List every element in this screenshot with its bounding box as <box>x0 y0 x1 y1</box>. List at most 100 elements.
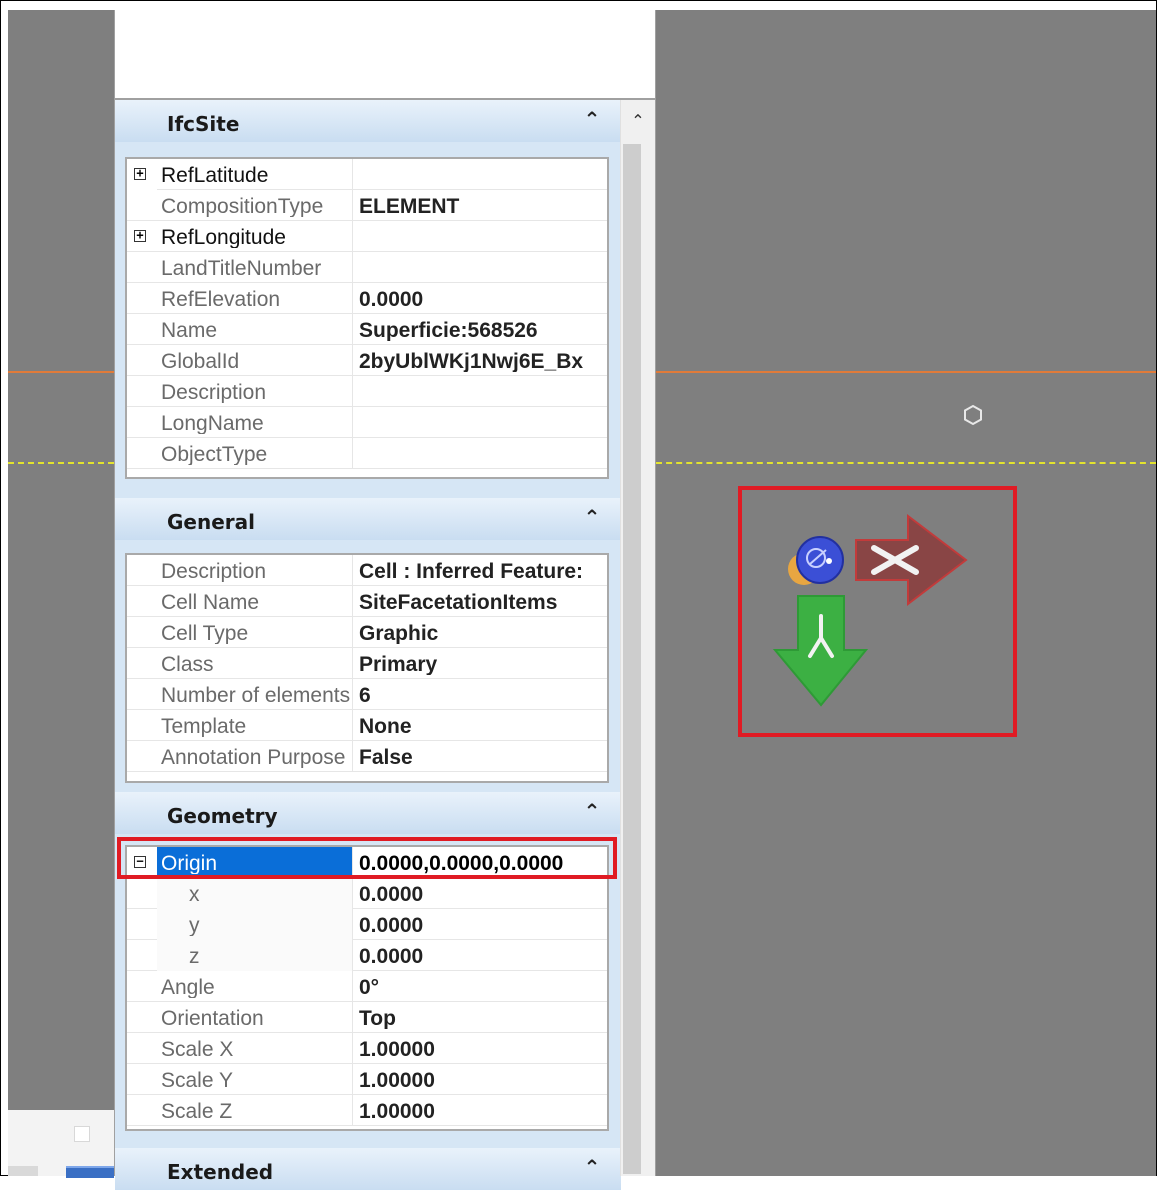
property-name: Template <box>161 715 247 737</box>
property-row[interactable]: RefElevation 0.0000 <box>127 283 607 314</box>
section-title: IfcSite <box>167 112 240 136</box>
property-name: Name <box>161 319 218 341</box>
property-name: ObjectType <box>161 443 268 465</box>
property-value[interactable]: Superficie:568526 <box>359 319 607 341</box>
property-row[interactable]: GlobalId 2byUblWKj1Nwj6E_Bx <box>127 345 607 376</box>
property-value[interactable]: SiteFacetationItems <box>359 591 607 613</box>
property-row[interactable]: z 0.0000 <box>127 940 607 971</box>
property-value[interactable]: Cell : Inferred Feature: <box>359 560 607 582</box>
property-value[interactable]: None <box>359 715 607 737</box>
property-row[interactable]: Cell Name SiteFacetationItems <box>127 586 607 617</box>
property-value[interactable]: Graphic <box>359 622 607 644</box>
property-row[interactable]: y 0.0000 <box>127 909 607 940</box>
property-name: Description <box>161 560 267 582</box>
property-name: Class <box>161 653 214 675</box>
yellow-dashed-line <box>656 462 1156 464</box>
chevron-up-icon[interactable]: ⌃ <box>581 508 603 528</box>
property-name: y <box>189 914 200 936</box>
status-segment-active[interactable] <box>66 1166 114 1178</box>
property-value[interactable] <box>359 226 607 248</box>
property-row[interactable]: ObjectType <box>127 438 607 469</box>
section-title: Extended <box>167 1160 274 1184</box>
property-row[interactable]: Cell Type Graphic <box>127 617 607 648</box>
property-row[interactable]: Description <box>127 376 607 407</box>
section-header-geometry[interactable]: Geometry ⌃ <box>115 792 621 834</box>
property-grid-general: Description Cell : Inferred Feature: Cel… <box>125 553 609 783</box>
property-value[interactable]: 0.0000 <box>359 883 607 905</box>
property-name: Orientation <box>161 1007 264 1029</box>
chevron-up-icon[interactable]: ⌃ <box>581 1158 603 1178</box>
property-name: Cell Name <box>161 591 260 613</box>
property-row[interactable]: Template None <box>127 710 607 741</box>
property-value[interactable] <box>359 257 607 279</box>
property-value[interactable]: 0.0000 <box>359 288 607 310</box>
property-value[interactable]: Top <box>359 1007 607 1029</box>
property-name: x <box>189 883 200 905</box>
annotation-highlight-origin <box>117 837 617 879</box>
property-value[interactable] <box>359 164 607 186</box>
property-value[interactable] <box>359 381 607 403</box>
property-name: Angle <box>161 976 215 998</box>
property-row[interactable]: Scale Z 1.00000 <box>127 1095 607 1126</box>
property-name: Scale Z <box>161 1100 233 1122</box>
viewport-left[interactable] <box>8 10 114 1110</box>
property-value[interactable]: ELEMENT <box>359 195 607 217</box>
property-row[interactable]: Class Primary <box>127 648 607 679</box>
property-value[interactable]: False <box>359 746 607 768</box>
property-grid-geometry: − Origin 0.0000,0.0000,0.0000 x 0.0000 y… <box>125 845 609 1131</box>
property-value[interactable]: 1.00000 <box>359 1100 607 1122</box>
orange-reference-line <box>8 371 114 373</box>
section-header-ifcsite[interactable]: IfcSite ⌃ <box>115 100 621 142</box>
property-row[interactable]: LongName <box>127 407 607 438</box>
property-row[interactable]: Scale X 1.00000 <box>127 1033 607 1064</box>
property-name: CompositionType <box>161 195 324 217</box>
panel-top-area <box>115 10 655 100</box>
property-row[interactable]: x 0.0000 <box>127 878 607 909</box>
property-row[interactable]: Scale Y 1.00000 <box>127 1064 607 1095</box>
property-value[interactable]: 0.0000 <box>359 914 607 936</box>
property-name: Description <box>161 381 267 403</box>
vertical-scrollbar[interactable]: ⌃ <box>620 100 655 1176</box>
property-row[interactable]: Angle 0° <box>127 971 607 1002</box>
property-value[interactable]: Primary <box>359 653 607 675</box>
property-row[interactable]: + RefLongitude <box>127 221 607 252</box>
property-row[interactable]: Orientation Top <box>127 1002 607 1033</box>
property-name: Scale X <box>161 1038 234 1060</box>
property-row[interactable]: Number of elements 6 <box>127 679 607 710</box>
status-segment <box>8 1166 38 1176</box>
property-row[interactable]: Description Cell : Inferred Feature: <box>127 555 607 586</box>
property-name: RefLatitude <box>161 164 269 186</box>
property-value[interactable]: 6 <box>359 684 607 706</box>
annotation-highlight-axes <box>738 486 1017 737</box>
scroll-up-arrow-icon[interactable]: ⌃ <box>629 114 647 130</box>
orange-reference-line <box>656 371 1156 373</box>
property-value[interactable]: 1.00000 <box>359 1069 607 1091</box>
property-value[interactable]: 0.0000 <box>359 945 607 967</box>
plus-box-icon[interactable]: + <box>134 229 146 242</box>
property-name: RefElevation <box>161 288 281 310</box>
property-row[interactable]: CompositionType ELEMENT <box>127 190 607 221</box>
section-header-extended[interactable]: Extended ⌃ <box>115 1148 621 1190</box>
property-name: RefLongitude <box>161 226 286 248</box>
property-name: Annotation Purpose <box>161 746 346 768</box>
chevron-up-icon[interactable]: ⌃ <box>581 110 603 130</box>
property-row[interactable]: Annotation Purpose False <box>127 741 607 772</box>
property-value[interactable]: 0° <box>359 976 607 998</box>
scroll-track[interactable] <box>623 144 641 1174</box>
property-row[interactable]: Name Superficie:568526 <box>127 314 607 345</box>
yellow-dashed-line <box>8 462 114 464</box>
section-title: General <box>167 510 255 534</box>
chevron-up-icon[interactable]: ⌃ <box>581 802 603 822</box>
properties-body: IfcSite ⌃ + RefLatitude CompositionType … <box>115 100 621 1190</box>
mini-checkbox[interactable] <box>74 1126 90 1142</box>
section-header-general[interactable]: General ⌃ <box>115 498 621 540</box>
property-value[interactable] <box>359 443 607 465</box>
property-value[interactable]: 2byUblWKj1Nwj6E_Bx <box>359 350 607 372</box>
property-value[interactable] <box>359 412 607 434</box>
plus-box-icon[interactable]: + <box>134 167 146 180</box>
properties-panel: IfcSite ⌃ + RefLatitude CompositionType … <box>114 10 656 1190</box>
property-row[interactable]: + RefLatitude <box>127 159 607 190</box>
property-value[interactable]: 1.00000 <box>359 1038 607 1060</box>
property-row[interactable]: LandTitleNumber <box>127 252 607 283</box>
property-grid-ifcsite: + RefLatitude CompositionType ELEMENT + … <box>125 157 609 479</box>
